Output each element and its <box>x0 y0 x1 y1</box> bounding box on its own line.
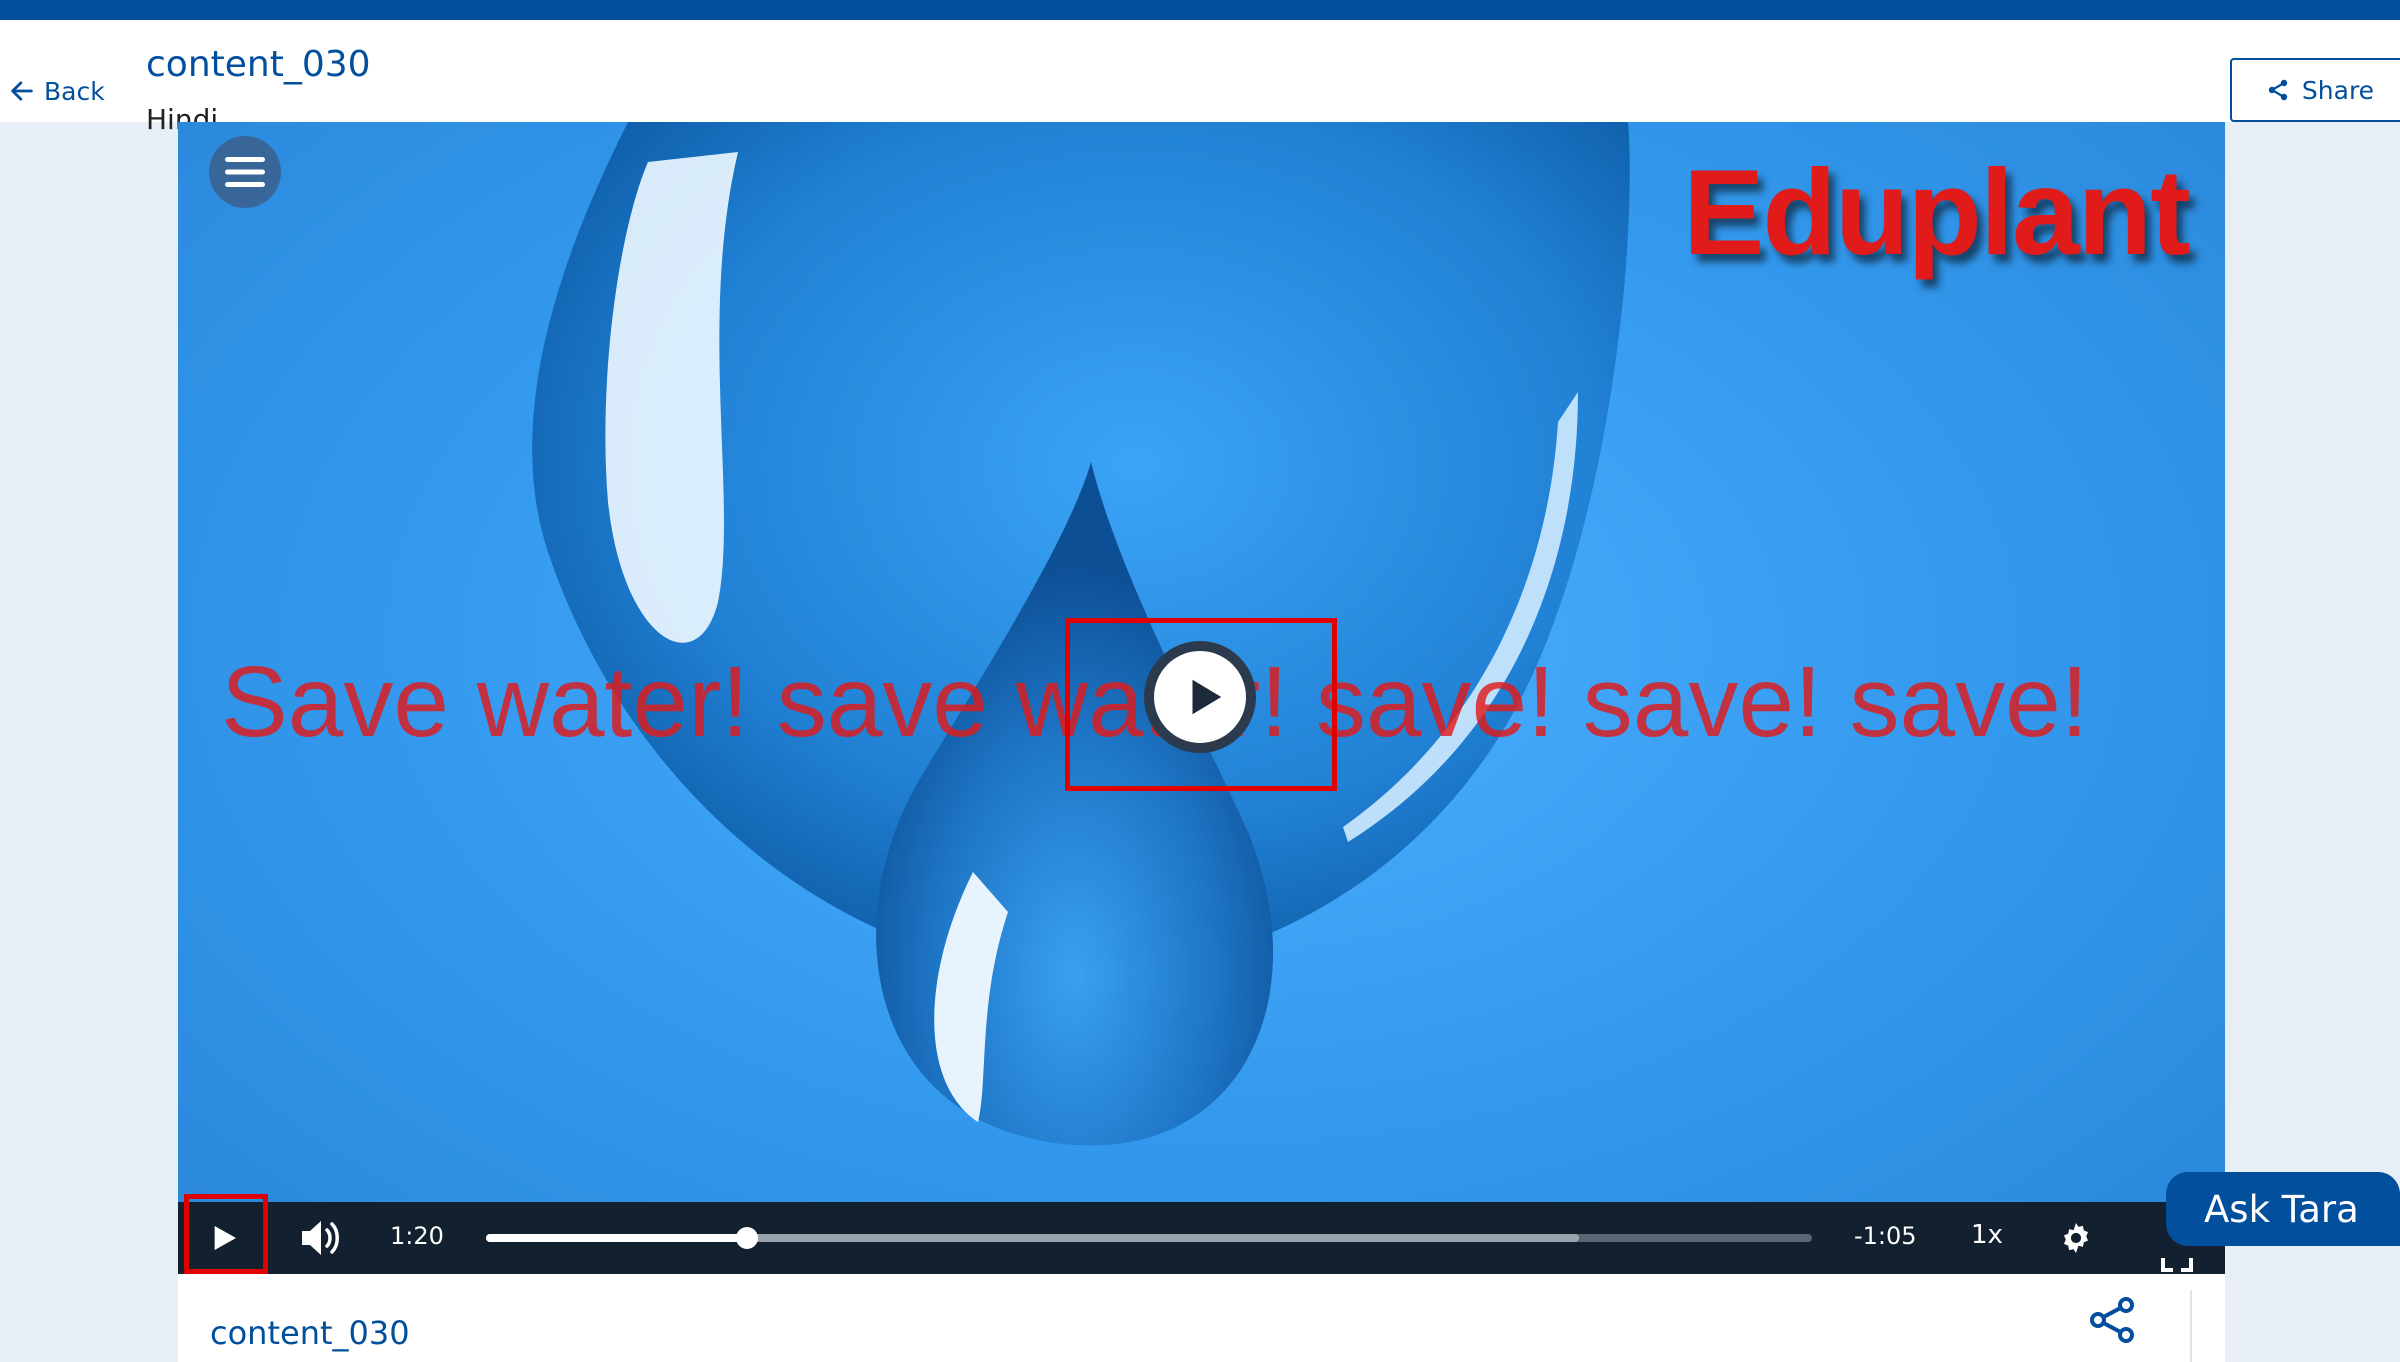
player-control-bar: 1:20 -1:05 1x <box>178 1194 2225 1274</box>
ask-tara-label: Ask Tara <box>2204 1187 2359 1231</box>
remaining-time: -1:05 <box>1854 1222 1917 1250</box>
arrow-left-icon <box>11 81 33 101</box>
share-icon <box>2268 79 2288 101</box>
seek-thumb[interactable] <box>736 1227 759 1249</box>
page-title: content_030 <box>146 44 371 85</box>
share-icon[interactable] <box>2088 1296 2136 1344</box>
share-button[interactable]: Share <box>2230 58 2400 122</box>
content-header: Back content_030 Hindi Share <box>0 20 2400 136</box>
volume-icon[interactable] <box>298 1216 344 1260</box>
share-label: Share <box>2301 75 2375 105</box>
player-menu-button[interactable] <box>209 136 281 208</box>
current-time: 1:20 <box>390 1222 444 1250</box>
settings-gear-icon[interactable] <box>2058 1220 2094 1256</box>
back-button[interactable]: Back <box>8 74 105 108</box>
played-range <box>486 1234 748 1242</box>
video-brand-watermark: Eduplant <box>1683 144 2191 280</box>
content-details-panel: content_030 <box>178 1274 2225 1362</box>
ask-tara-button[interactable]: Ask Tara <box>2166 1172 2400 1246</box>
top-accent-bar <box>0 0 2400 20</box>
play-icon <box>1192 679 1222 715</box>
video-player[interactable]: Eduplant Save water! save water! save! s… <box>178 122 2225 1274</box>
fullscreen-icon[interactable] <box>2160 1254 2194 1274</box>
seek-bar[interactable] <box>486 1227 1812 1249</box>
play-icon <box>214 1226 236 1250</box>
content-title: content_030 <box>210 1314 410 1352</box>
big-play-button[interactable] <box>1144 641 1256 753</box>
panel-divider <box>2190 1290 2192 1362</box>
back-label: Back <box>44 76 105 106</box>
play-pause-button[interactable] <box>198 1212 250 1264</box>
playback-speed-button[interactable]: 1x <box>1971 1220 2003 1250</box>
hamburger-menu-icon <box>225 157 265 187</box>
